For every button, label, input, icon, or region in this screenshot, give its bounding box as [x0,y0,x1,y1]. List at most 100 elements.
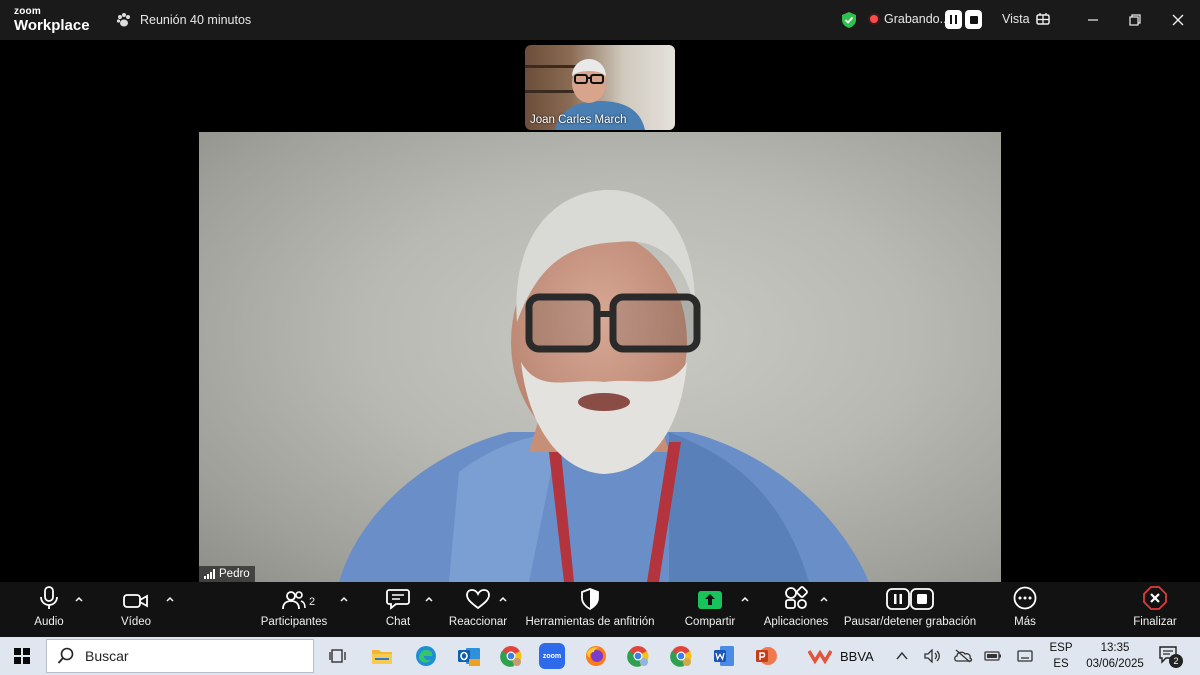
react-button[interactable]: Reaccionar [448,582,508,637]
search-placeholder: Buscar [85,648,129,664]
chrome-profile-icon[interactable] [625,643,651,669]
logo-top-text: zoom [14,6,41,17]
apps-label: Aplicaciones [763,616,829,628]
audio-label: Audio [34,616,64,628]
thumbnail-participant-name: Joan Carles March [530,114,627,126]
battery-icon[interactable] [984,649,1002,663]
pause-recording-button[interactable] [945,10,962,29]
meeting-toolbar: Audio Vídeo Participantes 2 Chat Reaccio… [0,582,1200,637]
pause-stop-recording-label: Pausar/detener grabación [843,616,977,628]
language-code: ESP [1049,642,1073,654]
view-label: Vista [1002,12,1030,26]
chevron-up-icon[interactable] [819,594,829,604]
title-bar: zoom Workplace Reunión 40 minutos Graban… [0,0,1200,40]
react-label: Reaccionar [448,616,508,628]
stop-icon [969,15,978,24]
taskbar-search-box[interactable]: Buscar [46,639,314,673]
search-icon [57,647,74,664]
input-language-indicator[interactable]: ESP ES [1049,640,1073,672]
more-dots-icon [1013,586,1037,610]
pause-icon [950,15,957,24]
edge-browser-icon[interactable] [413,643,439,669]
apps-button[interactable]: Aplicaciones [761,582,831,637]
end-meeting-label: Finalizar [1133,616,1177,628]
active-speaker-video[interactable]: Pedro [199,132,1001,582]
close-button[interactable] [1166,8,1190,32]
word-icon[interactable] [711,643,737,669]
signal-strength-icon [204,569,215,579]
chevron-up-icon[interactable] [424,594,434,604]
security-shield-icon[interactable] [840,11,858,29]
video-button[interactable]: Vídeo [116,582,156,637]
clock-date: 03/06/2025 [1086,658,1144,670]
outlook-icon[interactable] [456,643,482,669]
share-label: Compartir [684,616,736,628]
apps-icon [785,586,808,609]
participants-label: Participantes [260,616,328,628]
speaker-volume-icon[interactable] [924,649,942,663]
windows-taskbar: Buscar zoom BBVA ESP ES 13:35 03/06/2025… [0,637,1200,675]
more-button[interactable]: Más [1005,582,1045,637]
clock[interactable]: 13:35 03/06/2025 [1082,640,1148,672]
pause-stop-recording-button[interactable]: Pausar/detener grabación [840,582,980,637]
chevron-up-icon[interactable] [339,594,349,604]
chevron-up-icon[interactable] [896,651,908,661]
share-screen-icon [698,591,722,609]
host-tools-label: Herramientas de anfitrión [525,616,655,628]
participant-thumbnail-video[interactable]: Joan Carles March [525,45,675,130]
file-explorer-icon[interactable] [369,643,395,669]
minimize-button[interactable] [1081,8,1105,32]
pause-stop-icon [886,588,934,610]
chevron-up-icon[interactable] [74,594,84,604]
restore-button[interactable] [1123,8,1147,32]
participants-icon [282,591,306,610]
recording-label: Grabando... [884,12,951,26]
bbva-app[interactable]: BBVA [808,647,874,665]
audio-button[interactable]: Audio [28,582,70,637]
recording-dot-icon [870,15,878,23]
zoom-app-label: zoom [542,652,562,660]
keyboard-layout-code: ES [1053,658,1069,670]
close-icon [1172,14,1184,26]
windows-start-icon[interactable] [14,648,30,664]
speaker-name-tag: Pedro [199,566,255,582]
restore-icon [1129,14,1141,26]
video-label: Vídeo [120,616,152,628]
firefox-icon[interactable] [583,643,609,669]
clock-time: 13:35 [1100,642,1130,654]
heart-icon [466,589,490,610]
notification-count-badge: 2 [1169,654,1183,668]
end-call-icon [1143,586,1167,610]
more-label: Más [1014,616,1036,628]
stop-recording-button[interactable] [965,10,982,29]
microphone-icon [40,586,58,609]
notifications-button[interactable]: 2 [1158,646,1184,668]
tablet-mode-icon[interactable] [1016,649,1034,663]
zoom-workplace-logo: zoom Workplace [14,6,90,34]
end-meeting-button[interactable]: Finalizar [1130,582,1180,637]
paw-icon [116,13,130,27]
meeting-info[interactable]: Reunión 40 minutos [116,12,251,28]
speaker-name: Pedro [219,568,250,580]
host-tools-button[interactable]: Herramientas de anfitrión [521,582,659,637]
chevron-up-icon[interactable] [740,594,750,604]
bbva-logo-icon [808,649,832,665]
share-button[interactable]: Compartir [680,582,740,637]
recording-status: Grabando... [870,12,950,26]
meeting-duration-label: Reunión 40 minutos [140,13,252,27]
logo-bottom-text: Workplace [14,17,90,34]
chevron-up-icon[interactable] [165,594,175,604]
chrome-profile-icon[interactable] [498,643,524,669]
powerpoint-icon[interactable] [753,643,779,669]
chat-label: Chat [385,616,411,628]
chat-button[interactable]: Chat [380,582,416,637]
host-shield-icon [581,588,599,610]
task-view-icon[interactable] [325,643,351,669]
speaker-figure [339,189,869,582]
zoom-app-icon[interactable]: zoom [539,643,565,669]
view-button[interactable]: Vista [1002,12,1050,26]
participants-button[interactable]: Participantes [258,582,330,637]
chrome-profile-icon[interactable] [668,643,694,669]
onedrive-offline-icon[interactable] [953,649,973,663]
chevron-up-icon[interactable] [498,594,508,604]
